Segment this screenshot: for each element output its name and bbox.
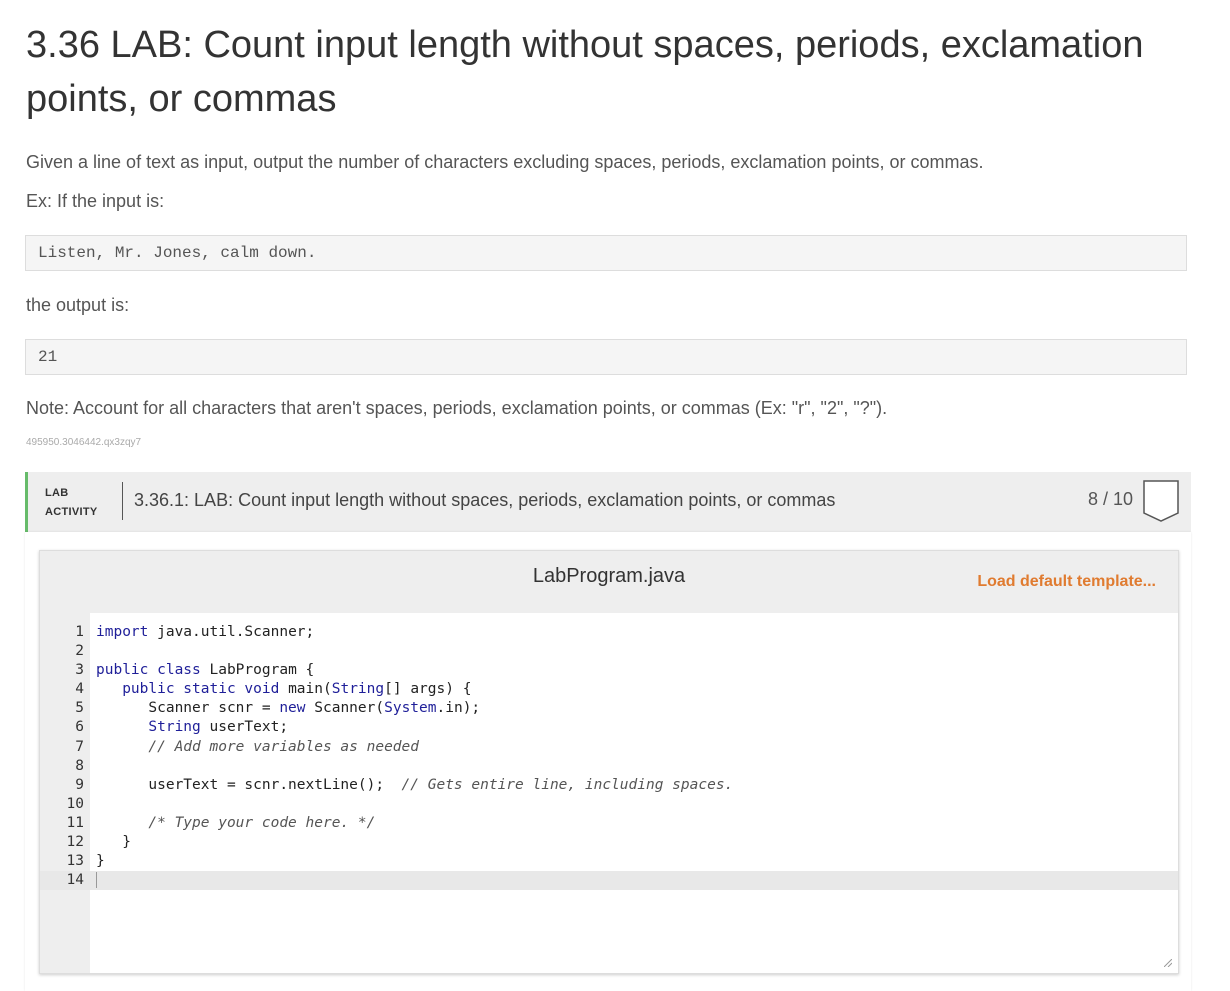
completion-badge-icon	[1143, 480, 1179, 522]
lab-activity-title: 3.36.1: LAB: Count input length without …	[134, 490, 836, 510]
code-line[interactable]: 4 public static void main(String[] args)…	[40, 680, 1178, 699]
code-line-text: }	[96, 853, 105, 870]
example-output-text: 21	[38, 348, 58, 366]
code-line-text: }	[96, 834, 131, 851]
code-line-text: /* Type your code here. */	[96, 814, 376, 831]
line-number: 11	[66, 814, 84, 831]
lab-activity-header: LAB ACTIVITY 3.36.1: LAB: Count input le…	[25, 472, 1191, 532]
code-line[interactable]: 9 userText = scnr.nextLine(); // Gets en…	[40, 776, 1178, 795]
line-number: 8	[75, 757, 84, 774]
example-input-box: Listen, Mr. Jones, calm down.	[25, 235, 1187, 271]
code-line[interactable]: 11 /* Type your code here. */	[40, 814, 1178, 833]
lab-activity-tag: LAB ACTIVITY	[45, 484, 98, 522]
code-line-text: // Add more variables as needed	[96, 738, 420, 755]
example-input-intro: Ex: If the input is:	[26, 191, 165, 211]
code-line-text: import java.util.Scanner;	[96, 624, 315, 640]
line-number: 9	[75, 776, 84, 793]
line-number: 6	[75, 719, 84, 736]
line-number: 3	[75, 662, 84, 679]
code-line[interactable]: 13}	[40, 852, 1178, 871]
lab-score: 8 / 10	[1087, 489, 1133, 509]
line-number: 4	[75, 681, 84, 698]
line-number: 14	[66, 872, 84, 889]
lab-tag-line2: ACTIVITY	[45, 506, 98, 518]
code-line-text	[96, 871, 97, 890]
editor-header: LabProgram.java Load default template...	[40, 551, 1178, 613]
code-line[interactable]: 1 import java.util.Scanner;	[40, 623, 1178, 642]
lab-editor-container: LabProgram.java Load default template...…	[25, 532, 1191, 991]
line-number: 13	[66, 853, 84, 870]
code-line[interactable]: 12 }	[40, 833, 1178, 852]
code-line-text: Scanner scnr = new Scanner(System.in);	[96, 700, 481, 717]
code-line[interactable]: 6 String userText;	[40, 718, 1178, 737]
code-line-text: public static void main(String[] args) {	[122, 681, 472, 698]
code-line[interactable]: 5 Scanner scnr = new Scanner(System.in);	[40, 699, 1178, 718]
line-number: 12	[66, 834, 84, 851]
text-cursor	[96, 872, 97, 889]
code-line-active[interactable]: 14	[40, 871, 1178, 891]
line-number: 10	[66, 795, 84, 812]
code-area[interactable]: 1 import java.util.Scanner; 2 3 public cla…	[40, 623, 1178, 891]
problem-description: Given a line of text as input, output th…	[26, 152, 984, 172]
code-line[interactable]: 10	[40, 795, 1178, 814]
code-line-text: userText = scnr.nextLine(); // Gets enti…	[96, 776, 734, 793]
code-line[interactable]: 7 // Add more variables as needed	[40, 738, 1178, 757]
example-input-text: Listen, Mr. Jones, calm down.	[38, 244, 317, 262]
code-line[interactable]: 8	[40, 757, 1178, 776]
code-line[interactable]: 2	[40, 642, 1178, 661]
code-editor: LabProgram.java Load default template...…	[39, 550, 1179, 974]
problem-identifier: 495950.3046442.qx3zqy7	[26, 437, 142, 448]
lab-divider	[122, 482, 123, 520]
code-line[interactable]: 3 public class LabProgram {	[40, 661, 1178, 680]
example-output-box: 21	[25, 339, 1187, 375]
example-output-intro: the output is:	[26, 295, 130, 315]
resize-handle-icon[interactable]	[1164, 959, 1172, 967]
code-line-text: public class LabProgram {	[96, 662, 315, 679]
page-title: 3.36 LAB: Count input length without spa…	[26, 24, 1144, 120]
code-line-text: String userText;	[148, 719, 289, 736]
line-number: 1	[75, 624, 84, 640]
problem-note: Note: Account for all characters that ar…	[26, 398, 888, 418]
lab-tag-line1: LAB	[45, 487, 69, 499]
load-default-template-button[interactable]: Load default template...	[977, 573, 1156, 591]
line-number: 5	[75, 700, 84, 717]
line-number: 7	[75, 738, 84, 755]
line-number: 2	[75, 643, 84, 660]
